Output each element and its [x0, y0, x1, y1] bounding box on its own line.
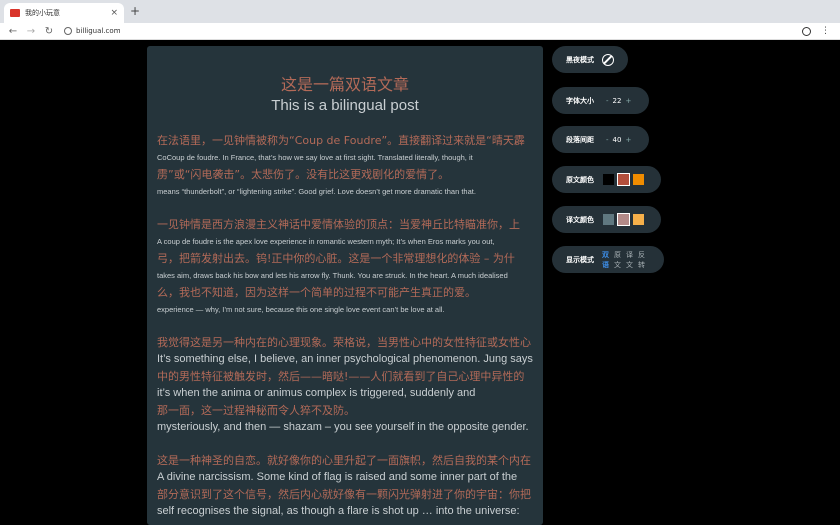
source-color-swatch[interactable]: [632, 173, 645, 186]
translation-line: it’s when the anima or animus complex is…: [157, 387, 476, 399]
paragraph: 我觉得这是另一种内在的心理现象。荣格说，当男性心中的女性特征或女性心 It’s s…: [157, 334, 533, 436]
close-tab-icon[interactable]: ×: [110, 8, 118, 18]
paragraph: 一见钟情是西方浪漫主义神话中爱情体验的顶点：当爱神丘比特瞄准你，上 A coup …: [157, 216, 533, 318]
browser-tabbar: 我的小玩意 × +: [0, 0, 840, 23]
night-mode-toggle[interactable]: 黑夜模式: [552, 46, 628, 73]
source-line: 一见钟情是西方浪漫主义神话中爱情体验的顶点：当爱神丘比特瞄准你，上: [157, 218, 520, 231]
display-mode-label: 显示模式: [566, 255, 594, 264]
translation-color-label: 译文颜色: [566, 215, 594, 224]
translation-line: CoCoup de foudre. In France, that’s how …: [157, 153, 473, 162]
source-line: 在法语里，一见钟情被称为“Coup de Foudre”。直接翻译过来就是“晴天…: [157, 134, 525, 147]
font-size-control: 字体大小 - 22 +: [552, 87, 650, 114]
source-color-swatch[interactable]: [617, 173, 630, 186]
night-mode-label: 黑夜模式: [566, 55, 594, 64]
translation-color-swatch[interactable]: [617, 213, 630, 226]
back-icon[interactable]: ←: [8, 26, 18, 37]
article-title-cn: 这是一篇双语文章: [280, 75, 409, 94]
translation-line: mysteriously, and then — shazam – you se…: [157, 421, 529, 433]
forward-icon[interactable]: →: [26, 26, 36, 37]
spacing-decrease-button[interactable]: -: [606, 136, 609, 144]
source-line: 中的男性特征被触发时，然后——暗哒!——人们就看到了自己心理中异性的: [157, 370, 525, 383]
source-line: 么，我也不知道，因为这样一个简单的过程不可能产生真正的爱。: [157, 286, 476, 299]
font-size-value: 22: [612, 96, 622, 105]
source-color-control: 原文颜色: [552, 166, 661, 193]
paragraph-spacing-label: 段落间距: [566, 135, 594, 144]
site-info-icon[interactable]: [64, 27, 72, 35]
translation-line: It’s something else, I believe, an inner…: [157, 353, 533, 365]
source-line: 雳”或“闪电袭击”。太悲伤了。没有比这更戏剧化的爱情了。: [157, 168, 450, 181]
article-body: 在法语里，一见钟情被称为“Coup de Foudre”。直接翻译过来就是“晴天…: [157, 132, 533, 520]
address-bar[interactable]: billigual.com: [76, 27, 121, 35]
source-color-swatch[interactable]: [602, 173, 615, 186]
paragraph-spacing-control: 段落间距 - 40 +: [552, 126, 650, 153]
display-mode-option[interactable]: 译文: [626, 250, 633, 270]
source-color-label: 原文颜色: [566, 175, 594, 184]
source-line: 部分意识到了这个信号，然后内心就好像有一颗闪光弹射进了你的宇宙：你把: [157, 488, 531, 501]
translation-line: self recognises the signal, as though a …: [157, 505, 520, 517]
article-card: 这是一篇双语文章 This is a bilingual post 在法语里，一…: [147, 46, 543, 525]
menu-icon[interactable]: ⋮: [821, 26, 830, 36]
font-size-increase-button[interactable]: +: [625, 97, 631, 105]
spacing-value: 40: [612, 135, 622, 144]
display-mode-control: 显示模式 双语 原文 译文 反转: [552, 246, 664, 273]
display-mode-option[interactable]: 反转: [638, 250, 645, 270]
spacing-increase-button[interactable]: +: [625, 136, 631, 144]
font-size-label: 字体大小: [566, 96, 594, 105]
tab-title: 我的小玩意: [25, 9, 60, 17]
translation-line: A coup de foudre is the apex love experi…: [157, 237, 495, 246]
profile-icon[interactable]: [802, 26, 811, 36]
display-mode-option[interactable]: 原文: [614, 250, 621, 270]
font-size-decrease-button[interactable]: -: [606, 97, 609, 105]
browser-toolbar: ← → ↻ billigual.com ⋮: [0, 23, 840, 40]
source-line: 这是一种神圣的自恋。就好像你的心里升起了一面旗帜，然后自我的某个内在: [157, 454, 531, 467]
translation-line: A divine narcissism. Some kind of flag i…: [157, 471, 518, 483]
translation-color-control: 译文颜色: [552, 206, 661, 233]
new-tab-button[interactable]: +: [130, 4, 140, 18]
ban-icon[interactable]: [602, 53, 614, 66]
translation-line: experience — why, I’m not sure, because …: [157, 305, 445, 314]
display-mode-option[interactable]: 双语: [602, 250, 609, 270]
article-title-en: This is a bilingual post: [271, 97, 419, 114]
source-line: 弓，把箭发射出去。钨!正中你的心脏。这是一个非常理想化的体验 – 为什: [157, 252, 515, 265]
translation-color-swatch[interactable]: [632, 213, 645, 226]
translation-color-swatch[interactable]: [602, 213, 615, 226]
source-line: 那一面，这一过程神秘而令人猝不及防。: [157, 404, 355, 417]
favicon-icon: [10, 9, 20, 17]
source-line: 我觉得这是另一种内在的心理现象。荣格说，当男性心中的女性特征或女性心: [157, 336, 531, 349]
browser-tab[interactable]: 我的小玩意 ×: [4, 3, 124, 23]
translation-line: means “thunderbolt”, or “lightening stri…: [157, 187, 476, 196]
paragraph: 在法语里，一见钟情被称为“Coup de Foudre”。直接翻译过来就是“晴天…: [157, 132, 533, 200]
paragraph: 这是一种神圣的自恋。就好像你的心里升起了一面旗帜，然后自我的某个内在 A divi…: [157, 452, 533, 520]
reload-icon[interactable]: ↻: [44, 26, 54, 37]
translation-line: takes aim, draws back his bow and lets h…: [157, 271, 508, 280]
